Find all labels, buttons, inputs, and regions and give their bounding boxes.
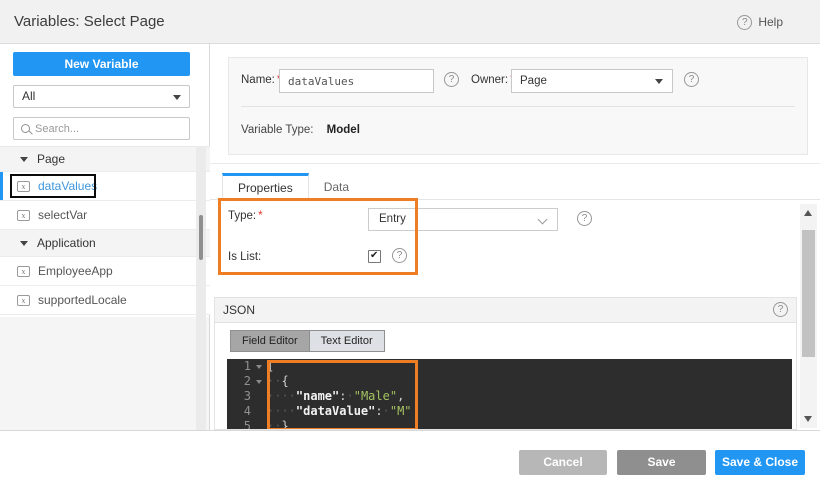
json-title: JSON [223,303,256,317]
variable-filter-dropdown[interactable]: All [13,85,190,108]
save-and-close-button[interactable]: Save & Close [715,450,805,475]
line-number: 1 [243,359,251,373]
code-line: 5 ··} [227,419,792,430]
is-list-label: Is List: [228,251,262,263]
tree-item-label: EmployeeApp [38,264,113,278]
tab-properties[interactable]: Properties [222,173,309,200]
fold-toggle-icon[interactable] [251,359,267,374]
fold-toggle-icon[interactable] [251,374,267,389]
json-panel-header: JSON ? [215,298,796,323]
tree-item-label: dataValues [38,179,98,193]
help-icon[interactable]: ? [737,14,753,30]
variable-icon [17,265,30,277]
name-input[interactable] [279,69,434,93]
json-help-icon[interactable]: ? [773,302,788,317]
owner-label: Owner:* [471,74,515,86]
required-asterisk: * [258,210,263,222]
name-help-icon[interactable]: ? [444,72,459,87]
sidebar-empty-area [0,317,209,430]
variable-summary-panel: Name:* ? Owner:* Page ? Variable Type: M… [228,57,808,155]
line-number: 4 [243,404,251,418]
properties-tab-content: Type:* Entry ? Is List: ? JSON ? Field E… [210,198,820,430]
variables-tree: Page dataValues selectVar Application Em… [0,146,210,315]
content-scrollbar-thumb[interactable] [802,230,815,357]
page-title: Variables: Select Page [14,13,165,30]
variable-icon [17,209,30,221]
type-label: Type: * [228,210,263,222]
type-value: Entry [379,213,406,225]
new-variable-button[interactable]: New Variable [13,52,190,76]
dialog-footer: Cancel Save Save & Close [0,430,820,488]
selected-indicator-bar [0,172,3,200]
json-code-editor[interactable]: 1 [ 2 ··{ 3 ····"name":·"Male", 4 ····"d… [227,359,792,430]
help-button[interactable]: ? Help [737,0,783,44]
variable-icon [17,180,30,192]
code-line: 1 [ [227,359,792,374]
variables-sidebar: New Variable All Page dataValues selectV… [0,44,210,430]
tree-item-label: selectVar [38,208,88,222]
code-line: 3 ····"name":·"Male", [227,389,792,404]
tree-item-selectvar[interactable]: selectVar [0,201,210,230]
variable-type-value: Model [326,124,360,136]
tree-item-label: supportedLocale [38,293,127,307]
editor-mode-toggle: Field Editor Text Editor [230,330,385,352]
tree-group-label: Page [37,152,66,166]
owner-help-icon[interactable]: ? [684,72,699,87]
caret-down-icon [655,79,663,84]
type-help-icon[interactable]: ? [577,211,592,226]
line-number: 5 [243,419,251,430]
is-list-checkbox[interactable] [368,250,381,263]
tree-group-label: Application [37,236,96,250]
tree-group-page[interactable]: Page [0,146,210,172]
chevron-down-icon [537,214,548,225]
text-editor-tab[interactable]: Text Editor [309,331,384,351]
line-number: 2 [243,374,251,388]
scroll-up-icon[interactable] [804,210,812,216]
variable-type-row: Variable Type: Model [241,124,360,136]
variable-icon [17,294,30,306]
code-line: 2 ··{ [227,374,792,389]
is-list-help-icon[interactable]: ? [392,248,407,263]
cancel-button[interactable]: Cancel [519,450,607,475]
caret-down-icon [173,95,181,100]
dialog-header: Variables: Select Page ? Help [0,0,820,44]
variables-dialog: Variables: Select Page ? Help New Variab… [0,0,820,488]
collapse-triangle-icon[interactable] [20,240,28,246]
field-editor-tab[interactable]: Field Editor [231,331,310,351]
variable-detail-panel: Name:* ? Owner:* Page ? Variable Type: M… [210,44,820,430]
sidebar-scrollbar[interactable] [196,146,206,430]
code-line: 4 ····"dataValue":·"M" [227,404,792,419]
name-label: Name:* [241,74,281,86]
search-box [13,117,190,140]
detail-tabs: Properties Data [210,163,820,200]
tree-item-employeeapp[interactable]: EmployeeApp [0,257,210,286]
tree-group-application[interactable]: Application [0,230,210,257]
panel-divider [241,106,795,107]
json-panel: JSON ? Field Editor Text Editor 1 [ 2 ··… [214,297,797,430]
tree-item-datavalues[interactable]: dataValues [0,172,210,201]
line-number: 3 [243,389,251,403]
variable-type-label: Variable Type: [241,124,314,136]
search-input[interactable] [35,122,175,135]
content-scrollbar[interactable] [800,204,817,428]
collapse-triangle-icon[interactable] [20,156,28,162]
type-dropdown[interactable]: Entry [368,208,558,231]
tree-item-supportedlocale[interactable]: supportedLocale [0,286,210,315]
owner-dropdown[interactable]: Page [511,69,673,93]
sidebar-scrollbar-thumb[interactable] [199,215,203,260]
save-button[interactable]: Save [617,450,706,475]
owner-value: Page [520,75,547,87]
variable-filter-value: All [22,89,36,103]
help-label[interactable]: Help [758,15,783,29]
scroll-down-icon[interactable] [804,416,812,422]
search-icon [21,124,30,133]
tab-data[interactable]: Data [309,173,364,200]
